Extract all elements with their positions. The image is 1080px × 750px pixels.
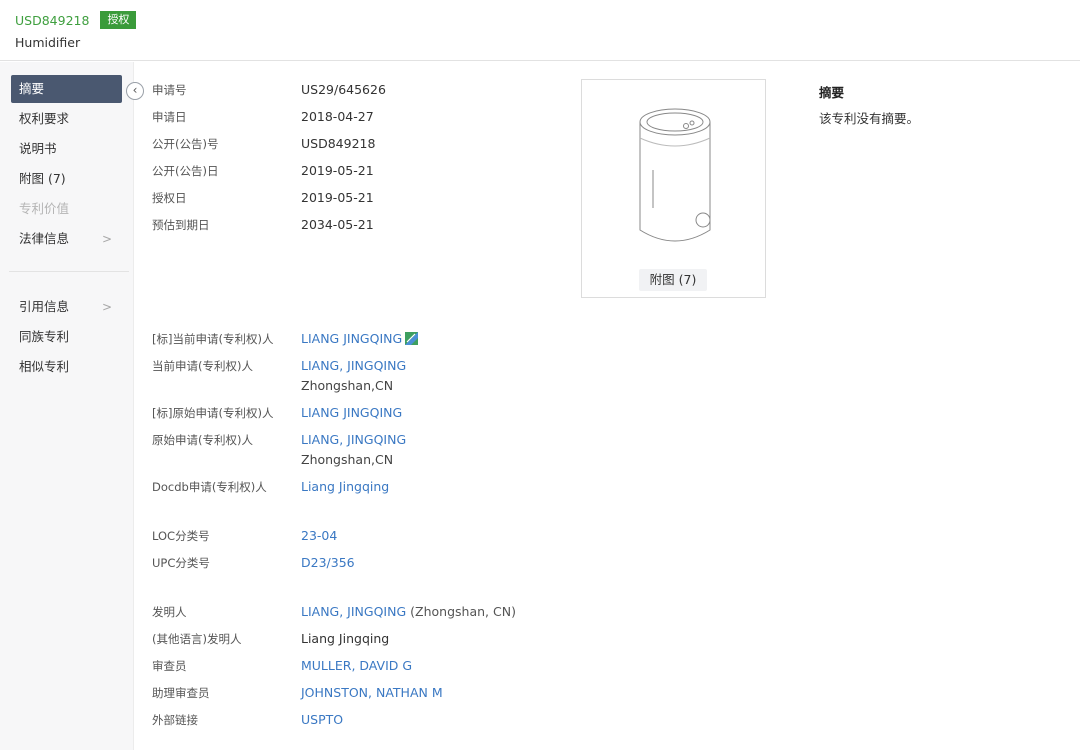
field-value: 2019-05-21 xyxy=(301,163,374,178)
field-label: 助理审查员 xyxy=(152,686,210,700)
abstract-title: 摘要 xyxy=(819,85,845,100)
sidebar-divider xyxy=(9,271,129,272)
field-publication-date: 公开(公告)日 2019-05-21 xyxy=(152,163,582,183)
sidebar-item-label: 专利价值 xyxy=(19,201,70,216)
field-value: 2034-05-21 xyxy=(301,217,374,232)
field-external-link: 外部链接 USPTO xyxy=(152,712,582,732)
applicant-location: Zhongshan,CN xyxy=(301,452,394,467)
field-examiner: 审查员 MULLER, DAVID G xyxy=(152,658,582,678)
sidebar-item-legal-info[interactable]: 法律信息 > xyxy=(11,225,122,253)
patent-header: USD849218 授权 Humidifier xyxy=(0,0,1080,61)
field-label: Docdb申请(专利权)人 xyxy=(152,480,267,494)
sidebar-item-label: 摘要 xyxy=(19,81,45,96)
field-assistant-examiner: 助理审查员 JOHNSTON, NATHAN M xyxy=(152,685,582,705)
assistant-examiner-link[interactable]: JOHNSTON, NATHAN M xyxy=(301,685,443,700)
company-flag-icon xyxy=(405,332,419,345)
field-publication-number: 公开(公告)号 USD849218 xyxy=(152,136,582,156)
sidebar-item-similar[interactable]: 相似专利 xyxy=(11,353,122,381)
sidebar-item-label: 法律信息 xyxy=(19,231,70,246)
field-label: LOC分类号 xyxy=(152,529,210,543)
sidebar-item-label: 权利要求 xyxy=(19,111,70,126)
field-inventor-other-lang: (其他语言)发明人 Liang Jingqing xyxy=(152,631,582,651)
abstract-text: 该专利没有摘要。 xyxy=(819,111,920,126)
class-link[interactable]: 23-04 xyxy=(301,528,337,543)
sidebar-item-label: 说明书 xyxy=(19,141,57,156)
field-original-applicant-std: [标]原始申请(专利权)人 LIANG JINGQING xyxy=(152,405,582,425)
field-label: [标]当前申请(专利权)人 xyxy=(152,332,274,346)
patent-title: Humidifier xyxy=(15,35,81,50)
field-value: LIANG JINGQING xyxy=(301,331,403,346)
sidebar-item-label: 同族专利 xyxy=(19,329,70,344)
field-application-number: 申请号 US29/645626 xyxy=(152,82,582,102)
examiner-link[interactable]: MULLER, DAVID G xyxy=(301,658,412,673)
field-label: UPC分类号 xyxy=(152,556,210,570)
field-label: 外部链接 xyxy=(152,713,198,727)
field-label: (其他语言)发明人 xyxy=(152,632,242,646)
publication-number: USD849218 xyxy=(15,12,90,28)
field-label: [标]原始申请(专利权)人 xyxy=(152,406,274,420)
chevron-right-icon: > xyxy=(101,232,112,246)
field-docdb-applicant: Docdb申请(专利权)人 Liang Jingqing xyxy=(152,479,582,499)
class-link[interactable]: D23/356 xyxy=(301,555,355,570)
inventor-value: LIANG, JINGQING (Zhongshan, CN) xyxy=(301,604,516,619)
applicant-link[interactable]: LIANG, JINGQING xyxy=(301,432,406,447)
applicant-location: Zhongshan,CN xyxy=(301,378,394,393)
field-expiry-date: 预估到期日 2034-05-21 xyxy=(152,217,582,237)
field-label: 预估到期日 xyxy=(152,218,210,232)
sidebar-item-abstract[interactable]: 摘要 xyxy=(11,75,122,103)
field-label: 发明人 xyxy=(152,605,187,619)
applicant-link[interactable]: Liang Jingqing xyxy=(301,479,389,494)
field-label: 审查员 xyxy=(152,659,187,673)
field-upc-class: UPC分类号 D23/356 xyxy=(152,555,582,575)
sidebar-item-label: 相似专利 xyxy=(19,359,70,374)
field-current-applicant: 当前申请(专利权)人 LIANG, JINGQING Zhongshan,CN xyxy=(152,358,582,393)
field-label: 授权日 xyxy=(152,191,187,205)
publication-line: USD849218 授权 xyxy=(15,11,137,29)
inventor-link[interactable]: LIANG, JINGQING xyxy=(301,604,406,619)
field-label: 当前申请(专利权)人 xyxy=(152,359,253,373)
status-badge: 授权 xyxy=(100,11,137,29)
sidebar-item-claims[interactable]: 权利要求 xyxy=(11,105,122,133)
field-loc-class: LOC分类号 23-04 xyxy=(152,528,582,548)
figures-button[interactable]: 附图 (7) xyxy=(639,269,707,291)
sidebar-item-label: 附图 (7) xyxy=(19,171,66,186)
applicant-link[interactable]: LIANG JINGQING xyxy=(301,405,402,420)
field-value: US29/645626 xyxy=(301,82,386,97)
field-value: 2018-04-27 xyxy=(301,109,374,124)
field-grant-date: 授权日 2019-05-21 xyxy=(152,190,582,210)
field-value: USD849218 xyxy=(301,136,376,151)
humidifier-drawing-icon xyxy=(639,108,711,242)
inventor-location: (Zhongshan, CN) xyxy=(410,604,516,619)
sidebar-item-patent-value: 专利价值 xyxy=(11,195,122,223)
applicant-link[interactable]: LIANG JINGQING xyxy=(301,331,419,346)
field-label: 公开(公告)日 xyxy=(152,164,219,178)
sidebar-item-family[interactable]: 同族专利 xyxy=(11,323,122,351)
field-value: Liang Jingqing xyxy=(301,631,390,646)
field-current-applicant-std: [标]当前申请(专利权)人 LIANG JINGQING xyxy=(152,331,582,351)
sidebar: 摘要 权利要求 说明书 附图 (7) 专利价值 法律信息 > 引用信息 > 同族专利… xyxy=(0,62,134,750)
sidebar-item-label: 引用信息 xyxy=(19,299,70,314)
field-inventor: 发明人 LIANG, JINGQING (Zhongshan, CN) xyxy=(152,604,582,624)
figure-thumbnail[interactable]: 附图 (7) xyxy=(581,79,766,298)
field-value: 2019-05-21 xyxy=(301,190,374,205)
external-link[interactable]: USPTO xyxy=(301,712,343,727)
field-application-date: 申请日 2018-04-27 xyxy=(152,109,582,129)
sidebar-item-figures[interactable]: 附图 (7) xyxy=(11,165,122,193)
applicant-link[interactable]: LIANG, JINGQING xyxy=(301,358,406,373)
sidebar-item-description[interactable]: 说明书 xyxy=(11,135,122,163)
field-label: 申请日 xyxy=(152,110,187,124)
chevron-left-icon[interactable]: ‹ xyxy=(126,82,144,100)
field-original-applicant: 原始申请(专利权)人 LIANG, JINGQING Zhongshan,CN xyxy=(152,432,582,467)
field-label: 公开(公告)号 xyxy=(152,137,219,151)
field-label: 申请号 xyxy=(152,83,187,97)
chevron-right-icon: > xyxy=(101,300,112,314)
sidebar-item-citations[interactable]: 引用信息 > xyxy=(11,293,122,321)
field-label: 原始申请(专利权)人 xyxy=(152,433,253,447)
